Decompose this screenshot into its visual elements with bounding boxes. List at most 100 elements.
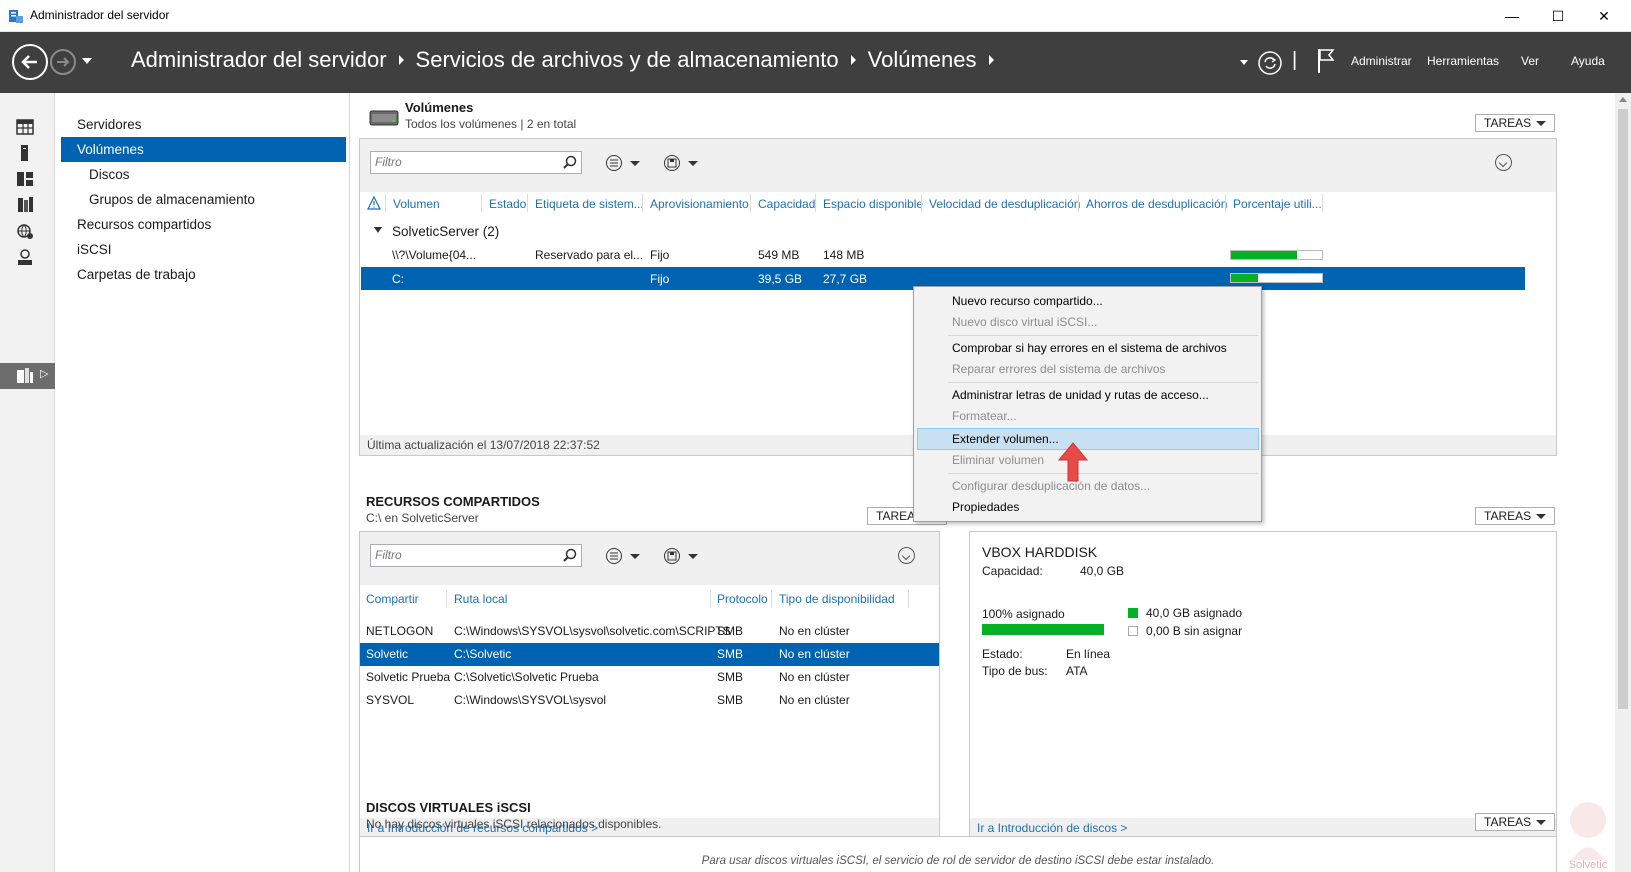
col-compartir[interactable]: Compartir [366, 592, 419, 606]
context-menu: Nuevo recurso compartido... Nuevo disco … [913, 286, 1262, 522]
nav-item-discos[interactable]: Discos [61, 162, 346, 187]
table-row[interactable]: NETLOGON C:\Windows\SYSVOL\sysvol\solvet… [360, 620, 939, 643]
collapse-group-icon[interactable] [374, 227, 382, 233]
nav-item-servidores[interactable]: Servidores [61, 112, 346, 137]
breadcrumb-item-file-services[interactable]: Servicios de archivos y de almacenamient… [416, 47, 839, 73]
table-row[interactable]: \\?\Volume{04... Reservado para el... Fi… [360, 244, 1524, 266]
group-solveticserver[interactable]: SolveticServer (2) [392, 224, 499, 239]
table-row-selected[interactable]: Solvetic C:\Solvetic SMB No en clúster [360, 643, 939, 666]
list-view-icon[interactable] [605, 548, 623, 564]
refresh-icon[interactable] [1257, 50, 1283, 76]
breadcrumb-separator-icon [398, 55, 404, 65]
menu-separator [948, 382, 1258, 383]
usage-progress-bar [1230, 250, 1323, 260]
save-query-dropdown-icon[interactable] [688, 554, 698, 559]
cell-compartir: Solvetic Prueba [366, 670, 451, 684]
col-ahorros-desduplicacion[interactable]: Ahorros de desduplicación [1086, 197, 1227, 211]
nav-item-carpetas-trabajo[interactable]: Carpetas de trabajo [61, 262, 346, 287]
save-query-icon[interactable] [663, 155, 681, 171]
legend-allocated-swatch [1128, 608, 1138, 618]
dashboard-icon[interactable] [16, 118, 34, 136]
notifications-flag-icon[interactable] [1316, 47, 1336, 75]
breadcrumb-item-volumes[interactable]: Volúmenes [868, 47, 977, 73]
menu-item-propiedades[interactable]: Propiedades [952, 500, 1019, 514]
disks-intro-link[interactable]: Ir a Introducción de discos > [977, 821, 1127, 835]
minimize-button[interactable]: — [1489, 0, 1535, 32]
nav-item-volumenes[interactable]: Volúmenes [61, 137, 346, 162]
back-button[interactable] [12, 44, 48, 80]
col-porcentaje-utilizado[interactable]: Porcentaje utili... [1233, 197, 1322, 211]
all-servers-icon[interactable] [16, 170, 34, 188]
collapse-panel-icon[interactable] [1495, 154, 1512, 171]
file-services-icon[interactable] [16, 196, 34, 214]
storage-nav-active-bg[interactable]: ▷ [0, 363, 55, 389]
menu-herramientas[interactable]: Herramientas [1427, 54, 1499, 68]
remote-access-icon[interactable] [16, 248, 34, 266]
cell-disponibilidad: No en clúster [779, 693, 850, 707]
warning-sort-icon[interactable] [367, 196, 381, 210]
table-row[interactable]: Solvetic Prueba C:\Solvetic\Solvetic Pru… [360, 666, 939, 689]
menu-item-configurar-desduplicacion: Configurar desduplicación de datos... [952, 479, 1151, 493]
col-etiqueta[interactable]: Etiqueta de sistem... [535, 197, 644, 211]
list-view-dropdown-icon[interactable] [630, 554, 640, 559]
col-tipo-disponibilidad[interactable]: Tipo de disponibilidad [779, 592, 895, 606]
save-query-dropdown-icon[interactable] [688, 161, 698, 166]
iscsi-panel: Para usar discos virtuales iSCSI, el ser… [359, 836, 1557, 872]
window-title: Administrador del servidor [30, 8, 170, 22]
close-button[interactable]: ✕ [1581, 0, 1627, 32]
volumes-filter-input[interactable]: Filtro [370, 151, 582, 174]
disk-tasks-button[interactable]: TAREAS [1475, 507, 1555, 525]
cell-ruta-local: C:\Windows\SYSVOL\sysvol\solvetic.com\SC… [454, 624, 731, 638]
iscsi-tasks-button[interactable]: TAREAS [1475, 813, 1555, 831]
nav-item-grupos-almacenamiento[interactable]: Grupos de almacenamiento [61, 187, 346, 212]
col-espacio-disponible[interactable]: Espacio disponible [823, 197, 923, 211]
nav-item-recursos-compartidos[interactable]: Recursos compartidos [61, 212, 346, 237]
maximize-button[interactable]: ☐ [1535, 0, 1581, 32]
iis-globe-icon[interactable] [16, 222, 34, 240]
table-row[interactable]: SYSVOL C:\Windows\SYSVOL\sysvol SMB No e… [360, 689, 939, 712]
forward-button[interactable] [50, 49, 76, 75]
menu-separator [948, 473, 1258, 474]
menu-item-nuevo-recurso[interactable]: Nuevo recurso compartido... [952, 294, 1103, 308]
menu-item-reparar-errores: Reparar errores del sistema de archivos [952, 362, 1166, 376]
volumes-tasks-button[interactable]: TAREAS [1475, 114, 1555, 132]
refresh-dropdown-icon[interactable] [1240, 60, 1248, 65]
menu-item-extender-volumen[interactable]: Extender volumen... [952, 432, 1059, 446]
col-estado[interactable]: Estado [489, 197, 526, 211]
breadcrumb-item-server-manager[interactable]: Administrador del servidor [131, 47, 387, 73]
shares-filter-input[interactable]: Filtro [370, 544, 582, 567]
list-view-dropdown-icon[interactable] [630, 161, 640, 166]
search-icon[interactable] [563, 548, 577, 562]
disk-bus-label: Tipo de bus: [982, 664, 1048, 678]
menu-item-administrar-letras[interactable]: Administrar letras de unidad y rutas de … [952, 388, 1209, 402]
header-bar: Administrador del servidor Servicios de … [0, 32, 1631, 93]
list-view-icon[interactable] [605, 155, 623, 171]
col-aprovisionamiento[interactable]: Aprovisionamiento [650, 197, 749, 211]
volumes-column-header-row: Volumen Estado Etiqueta de sistem... Apr… [360, 194, 1556, 216]
search-icon[interactable] [563, 155, 577, 169]
iscsi-subtitle: No hay discos virtuales iSCSI relacionad… [366, 817, 662, 831]
col-volumen[interactable]: Volumen [393, 197, 440, 211]
col-velocidad-desduplicacion[interactable]: Velocidad de desduplicación [929, 197, 1080, 211]
menu-administrar[interactable]: Administrar [1351, 54, 1412, 68]
menu-item-comprobar-errores[interactable]: Comprobar si hay errores en el sistema d… [952, 341, 1227, 355]
local-server-icon[interactable] [16, 144, 34, 162]
save-query-icon[interactable] [663, 548, 681, 564]
disk-bus-value: ATA [1066, 664, 1088, 678]
cell-aprovisionamiento: Fijo [650, 272, 670, 286]
cell-protocolo: SMB [717, 647, 744, 661]
menu-ver[interactable]: Ver [1521, 54, 1539, 68]
col-capacidad[interactable]: Capacidad [758, 197, 815, 211]
scrollbar-thumb[interactable] [1618, 109, 1628, 709]
expand-chevron-icon[interactable]: ▷ [40, 367, 48, 380]
history-dropdown-icon[interactable] [82, 58, 92, 64]
vertical-scrollbar[interactable] [1615, 93, 1631, 872]
scroll-up-icon[interactable] [1619, 97, 1627, 102]
col-protocolo[interactable]: Protocolo [717, 592, 768, 606]
col-ruta-local[interactable]: Ruta local [454, 592, 507, 606]
left-icon-bar: ▷ [0, 93, 55, 872]
menu-ayuda[interactable]: Ayuda [1571, 54, 1605, 68]
shares-toolbar: Filtro [360, 532, 939, 585]
nav-item-iscsi[interactable]: iSCSI [61, 237, 346, 262]
collapse-panel-icon[interactable] [898, 547, 915, 564]
